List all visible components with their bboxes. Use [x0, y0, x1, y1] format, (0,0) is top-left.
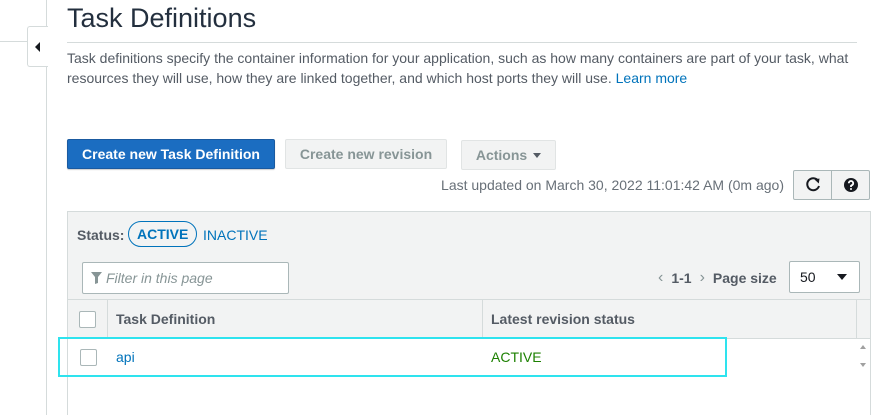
table-row[interactable]: api ACTIVE: [68, 339, 857, 375]
actions-dropdown[interactable]: Actions: [461, 140, 556, 170]
caret-down-icon: [837, 274, 847, 280]
help-button[interactable]: [831, 170, 870, 200]
next-page-icon[interactable]: ›: [700, 269, 705, 287]
row-select-cell: [68, 348, 108, 366]
title-divider: [67, 42, 857, 43]
scroll-up-icon[interactable]: [860, 345, 866, 349]
description-text: Task definitions specify the container i…: [67, 50, 849, 86]
task-definition-link[interactable]: api: [116, 349, 135, 365]
page-size-label: Page size: [712, 270, 777, 286]
table-scrollbar[interactable]: [857, 339, 870, 375]
refresh-icon: [805, 177, 820, 192]
refresh-button[interactable]: [793, 170, 832, 200]
pagination: ‹ 1-1 › Page size: [658, 269, 777, 287]
create-task-definition-button[interactable]: Create new Task Definition: [67, 139, 275, 169]
task-definitions-table-panel: Status: ACTIVE INACTIVE ‹ 1-1 › Page siz…: [67, 211, 871, 415]
help-icon: [843, 178, 858, 192]
last-updated-text: Last updated on March 30, 2022 11:01:42 …: [441, 177, 784, 193]
filter-field[interactable]: [82, 262, 289, 294]
page-size-select[interactable]: 50: [789, 261, 860, 293]
page-description: Task definitions specify the container i…: [67, 48, 867, 88]
filter-input[interactable]: [106, 270, 276, 286]
select-all-checkbox[interactable]: [79, 310, 96, 328]
page-range: 1-1: [671, 270, 692, 286]
select-all-cell: [68, 300, 108, 338]
page-title: Task Definitions: [67, 3, 257, 33]
status-active-toggle[interactable]: ACTIVE: [128, 221, 198, 247]
filter-icon: [91, 272, 102, 284]
chevron-left-icon: [35, 41, 40, 52]
table-body: api ACTIVE: [68, 339, 870, 375]
column-header-latest-revision-status[interactable]: Latest revision status: [483, 300, 857, 338]
status-inactive-toggle[interactable]: INACTIVE: [203, 227, 268, 243]
actions-label: Actions: [475, 147, 528, 163]
row-checkbox[interactable]: [79, 348, 97, 366]
page-size-value: 50: [800, 269, 816, 285]
previous-page-icon[interactable]: ‹: [658, 269, 663, 287]
scroll-down-icon[interactable]: [860, 363, 866, 367]
table-header-panel: Status: ACTIVE INACTIVE ‹ 1-1 › Page siz…: [68, 212, 870, 299]
sidebar-divider: [0, 41, 27, 42]
column-header-task-definition[interactable]: Task Definition: [108, 300, 483, 338]
table-header-row: Task Definition Latest revision status: [68, 299, 870, 339]
sidebar-collapse-button[interactable]: [27, 26, 48, 67]
learn-more-link[interactable]: Learn more: [616, 70, 688, 86]
status-filter-label: Status:: [77, 227, 125, 243]
task-definition-cell: api: [108, 349, 483, 365]
create-new-revision-button[interactable]: Create new revision: [285, 139, 447, 169]
revision-status-cell: ACTIVE: [491, 349, 542, 365]
caret-down-icon: [533, 152, 542, 158]
